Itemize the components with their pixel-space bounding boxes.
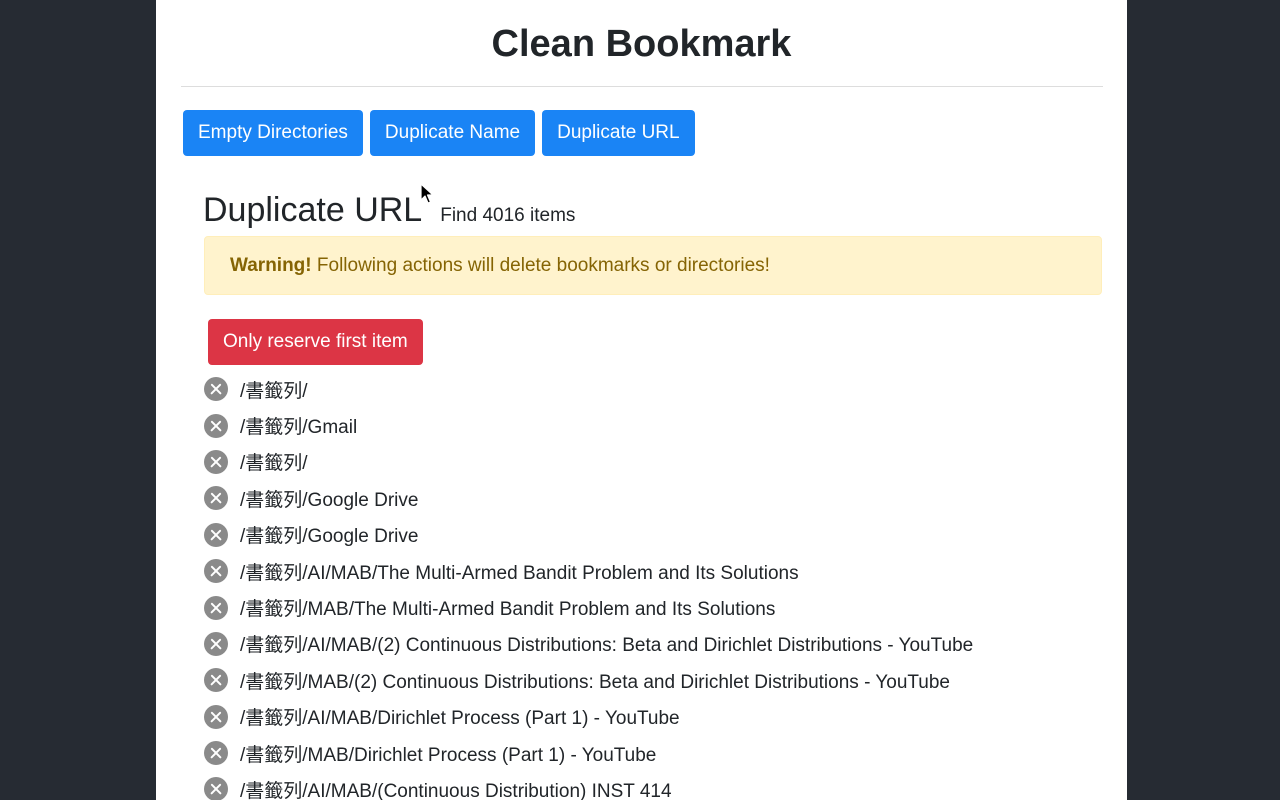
bookmark-path: /書籤列/AI/MAB/(2) Continuous Distributions… <box>240 635 974 657</box>
close-circle-icon[interactable] <box>204 559 228 584</box>
list-item: /書籤列/AI/MAB/(Continuous Distribution) IN… <box>204 771 973 800</box>
list-item: /書籤列/Gmail <box>204 407 973 443</box>
list-item: /書籤列/Google Drive <box>204 517 973 553</box>
close-circle-icon[interactable] <box>204 668 228 693</box>
list-item: /書籤列/AI/MAB/(2) Continuous Distributions… <box>204 626 973 662</box>
bookmark-path: /書籤列/AI/MAB/Dirichlet Process (Part 1) -… <box>240 708 680 730</box>
list-item: /書籤列/ <box>204 444 973 480</box>
list-item: /書籤列/AI/MAB/Dirichlet Process (Part 1) -… <box>204 699 973 735</box>
bookmark-path: /書籤列/Gmail <box>240 417 358 439</box>
empty-directories-button[interactable]: Empty Directories <box>183 110 363 156</box>
close-circle-icon[interactable] <box>204 522 228 547</box>
duplicate-url-button[interactable]: Duplicate URL <box>542 110 695 156</box>
tab-bar: Empty Directories Duplicate Name Duplica… <box>183 110 695 156</box>
bookmark-path: /書籤列/ <box>240 453 308 475</box>
bookmark-path: /書籤列/ <box>240 380 308 402</box>
bookmark-path: /書籤列/MAB/(2) Continuous Distributions: B… <box>240 671 950 693</box>
warning-label: Warning! <box>230 255 312 276</box>
close-circle-icon[interactable] <box>204 413 228 438</box>
close-circle-icon[interactable] <box>204 377 228 402</box>
list-item: /書籤列/ <box>204 371 973 407</box>
main-panel: Clean Bookmark Empty Directories Duplica… <box>156 0 1127 800</box>
list-item: /書籤列/MAB/(2) Continuous Distributions: B… <box>204 662 973 698</box>
close-circle-icon[interactable] <box>204 631 228 656</box>
divider <box>181 86 1103 87</box>
list-item: /書籤列/MAB/Dirichlet Process (Part 1) - Yo… <box>204 735 973 771</box>
close-circle-icon[interactable] <box>204 486 228 511</box>
close-circle-icon[interactable] <box>204 704 228 729</box>
bookmark-path: /書籤列/MAB/The Multi-Armed Bandit Problem … <box>240 599 776 621</box>
page-title: Clean Bookmark <box>491 23 792 65</box>
duplicate-list: /書籤列/ /書籤列/Gmail /書籤列/ /書籤列/Google Drive… <box>204 371 973 800</box>
section-title: Duplicate URL <box>203 191 423 229</box>
bookmark-path: /書籤列/Google Drive <box>240 489 419 511</box>
close-circle-icon[interactable] <box>204 777 228 800</box>
close-circle-icon[interactable] <box>204 595 228 620</box>
list-item: /書籤列/AI/MAB/The Multi-Armed Bandit Probl… <box>204 553 973 589</box>
reserve-first-item-button[interactable]: Only reserve first item <box>208 319 423 365</box>
mouse-pointer-icon <box>420 183 434 204</box>
bookmark-path: /書籤列/AI/MAB/The Multi-Armed Bandit Probl… <box>240 562 799 584</box>
bookmark-path: /書籤列/Google Drive <box>240 526 419 548</box>
bookmark-path: /書籤列/MAB/Dirichlet Process (Part 1) - Yo… <box>240 744 657 766</box>
item-count: Find 4016 items <box>440 205 576 226</box>
bookmark-path: /書籤列/AI/MAB/(Continuous Distribution) IN… <box>240 780 672 800</box>
close-circle-icon[interactable] <box>204 449 228 474</box>
list-item: /書籤列/Google Drive <box>204 480 973 516</box>
list-item: /書籤列/MAB/The Multi-Armed Bandit Problem … <box>204 589 973 625</box>
warning-alert: Warning! Following actions will delete b… <box>204 236 1102 295</box>
close-circle-icon[interactable] <box>204 741 228 766</box>
section-heading: Duplicate URL Find 4016 items <box>203 188 575 232</box>
duplicate-name-button[interactable]: Duplicate Name <box>369 110 536 156</box>
warning-message: Following actions will delete bookmarks … <box>311 255 770 276</box>
